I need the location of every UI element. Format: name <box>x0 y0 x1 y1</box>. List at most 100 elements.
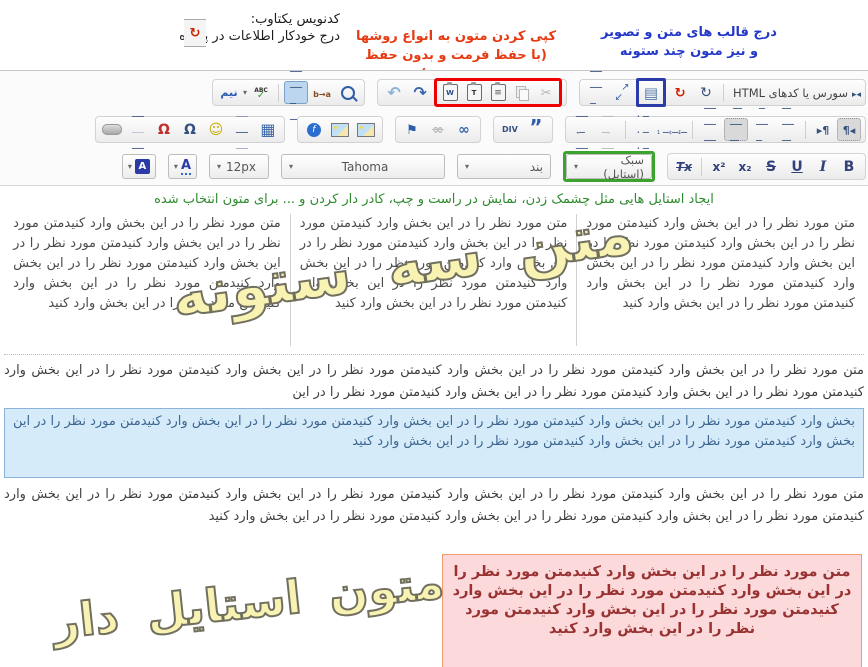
group-clipboard <box>377 79 567 106</box>
strikethrough-button[interactable]: S <box>759 155 783 178</box>
image-button-2[interactable] <box>328 118 352 141</box>
indent-button[interactable] <box>570 118 594 141</box>
superscript-button[interactable]: x² <box>707 155 731 178</box>
rtl-direction-button[interactable] <box>837 118 861 141</box>
outdent-button[interactable] <box>596 118 620 141</box>
templates-button[interactable] <box>639 81 663 104</box>
group-paragraph <box>565 116 866 143</box>
italic-button[interactable]: I <box>811 155 835 178</box>
yektaweb-insert-button[interactable] <box>668 81 692 104</box>
undo-button[interactable] <box>382 81 406 104</box>
unlink-button[interactable] <box>426 118 450 141</box>
styles-hint-text: ایجاد استایل هایی مثل چشمک زدن، نمایش در… <box>4 192 864 207</box>
chevron-down-icon: ▾ <box>174 162 178 171</box>
source-button[interactable]: سورس یا کدهای HTML <box>729 81 861 104</box>
search-icon <box>341 86 355 100</box>
text-color-icon: A <box>181 159 191 175</box>
align-center-icon <box>756 98 768 162</box>
annotation-area: کدنویس یکتاوب: درج خودکار اطلاعات در پای… <box>0 0 868 70</box>
align-center-button[interactable] <box>750 118 774 141</box>
half-space-button[interactable]: نیم <box>217 81 241 104</box>
paragraph-format-dropdown[interactable]: ▾ بند <box>457 154 551 179</box>
paragraph-1: متن مورد نظر را در این بخش وارد کنیدمتن … <box>4 360 864 405</box>
chevron-down-icon: ▾ <box>128 162 132 171</box>
flash-button[interactable] <box>302 118 326 141</box>
unlink-icon <box>432 122 444 138</box>
maximize-icon <box>615 85 630 100</box>
anchor-button[interactable] <box>400 118 424 141</box>
toolbar-row-2: DIV Ω Ω <box>0 111 868 148</box>
separator <box>701 158 702 176</box>
styles-dropdown[interactable]: ▾ سبک (استایل) <box>566 154 652 179</box>
paste-from-word-button[interactable] <box>438 81 462 104</box>
undo-icon <box>387 83 400 102</box>
template-icon <box>644 84 658 102</box>
group-source: سورس یا کدهای HTML <box>579 79 866 106</box>
omega-icon: Ω <box>184 122 196 138</box>
anchor-icon <box>406 122 418 138</box>
align-left-icon <box>782 98 794 162</box>
font-size-dropdown[interactable]: ▾ 12px <box>209 154 269 179</box>
toolbar-row-3: B I U S x₂ x² Tx ▾ سبک (استایل) ▾ بند <box>0 148 868 185</box>
special-char-button[interactable]: Ω <box>178 118 202 141</box>
smiley-button[interactable] <box>204 118 228 141</box>
chevron-down-icon[interactable]: ▾ <box>243 88 247 97</box>
font-dropdown[interactable]: ▾ Tahoma <box>281 154 445 179</box>
horizontal-rule-icon <box>236 106 248 154</box>
page-break-button[interactable] <box>126 118 150 141</box>
copy-button[interactable] <box>510 81 534 104</box>
replace-icon <box>313 85 331 101</box>
image-button[interactable] <box>354 118 378 141</box>
spellcheck-button[interactable]: ABC <box>249 81 273 104</box>
ltr-direction-button[interactable] <box>811 118 835 141</box>
separator <box>692 121 693 139</box>
paste-button[interactable] <box>486 81 510 104</box>
background-color-button[interactable]: ▾ A <box>122 154 156 179</box>
div-container-button[interactable]: DIV <box>498 118 522 141</box>
bulleted-list-button[interactable] <box>631 118 655 141</box>
link-button[interactable] <box>452 118 476 141</box>
align-right-button[interactable] <box>724 118 748 141</box>
symbol-button[interactable]: Ω <box>152 118 176 141</box>
maximize-button[interactable] <box>610 81 634 104</box>
show-blocks-button[interactable] <box>584 81 608 104</box>
cut-icon <box>541 85 552 101</box>
bold-button[interactable]: B <box>837 155 861 178</box>
smiley-icon <box>209 122 224 138</box>
redo-button[interactable] <box>408 81 432 104</box>
group-basic-styles: B I U S x₂ x² Tx <box>667 153 866 180</box>
underline-button[interactable]: U <box>785 155 809 178</box>
select-all-button[interactable] <box>284 81 308 104</box>
separator <box>625 121 626 139</box>
blue-highlight-box: بخش وارد کنیدمتن مورد نظر را در این بخش … <box>4 408 864 478</box>
group-find: ABC ▾ نیم <box>212 79 365 106</box>
ltr-paragraph-icon <box>817 122 830 138</box>
replace-button[interactable] <box>310 81 334 104</box>
paste-word-icon <box>443 84 458 101</box>
horizontal-rule-button[interactable] <box>230 118 254 141</box>
separator <box>278 84 279 102</box>
remove-format-button[interactable]: Tx <box>672 155 696 178</box>
find-button[interactable] <box>336 81 360 104</box>
pink-styled-box: متن مورد نظر را در این بخش وارد کنیدمتن … <box>442 554 862 667</box>
source-icon <box>852 85 861 101</box>
table-button[interactable] <box>256 118 280 141</box>
link-icon <box>458 122 470 138</box>
subscript-button[interactable]: x₂ <box>733 155 757 178</box>
yektaweb-codenevis-icon[interactable] <box>184 19 206 47</box>
spellcheck-icon: ABC <box>254 87 268 99</box>
indent-icon <box>576 106 588 154</box>
numbered-list-button[interactable] <box>657 118 687 141</box>
page-break-icon <box>132 106 144 154</box>
text-color-button[interactable]: ▾ A <box>168 154 197 179</box>
hidden-field-button[interactable] <box>100 118 124 141</box>
paste-icon <box>491 84 506 101</box>
annotation-frame-blue <box>636 78 666 107</box>
cut-button[interactable] <box>534 81 558 104</box>
align-left-button[interactable] <box>776 118 800 141</box>
align-justify-button[interactable] <box>698 118 722 141</box>
group-insert: Ω Ω <box>95 116 285 143</box>
group-blocks: DIV <box>493 116 553 143</box>
blockquote-button[interactable] <box>524 118 548 141</box>
paste-as-text-button[interactable] <box>462 81 486 104</box>
